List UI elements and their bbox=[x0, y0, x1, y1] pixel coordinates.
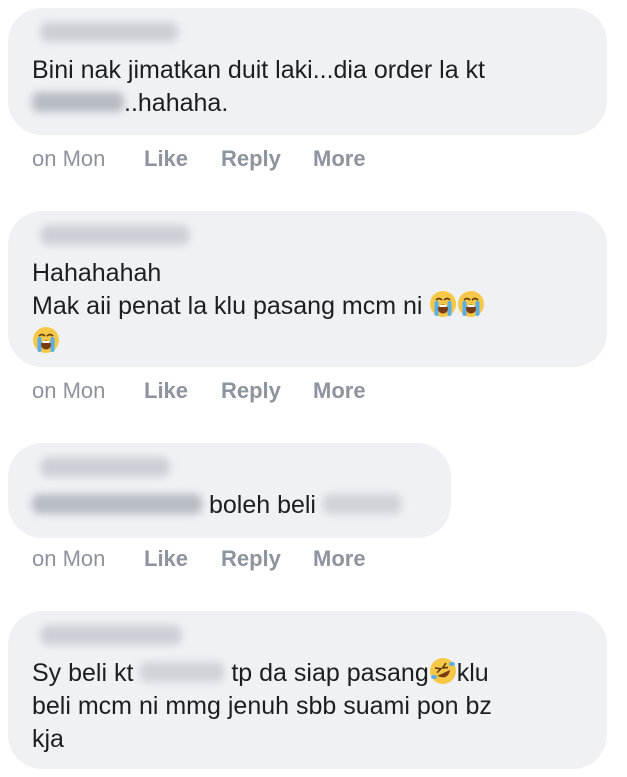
comment-text-line: Hahahahah bbox=[32, 259, 162, 287]
comment-text-fragment: ..hahaha. bbox=[124, 89, 229, 117]
more-link[interactable]: More bbox=[313, 376, 366, 406]
reply-link[interactable]: Reply bbox=[221, 144, 281, 174]
comment-text-fragment: klu bbox=[456, 659, 489, 687]
comment-text-fragment: tp da siap pasang bbox=[231, 659, 429, 687]
comment-text-line: beli mcm ni mmg jenuh sbb suami pon bz bbox=[32, 692, 492, 720]
comment-text-line: kja bbox=[32, 725, 64, 753]
reply-link[interactable]: Reply bbox=[221, 376, 281, 406]
comment-text-fragment: boleh beli bbox=[208, 491, 316, 519]
timestamp: on Mon bbox=[32, 546, 106, 571]
loudly-crying-face-icon bbox=[32, 326, 60, 354]
commenter-name-blurred[interactable] bbox=[40, 22, 178, 42]
comment-text-fragment: Sy beli kt bbox=[32, 659, 134, 687]
commenter-name-blurred[interactable] bbox=[40, 457, 170, 477]
commenter-name-blurred[interactable] bbox=[40, 225, 190, 245]
more-link[interactable]: More bbox=[313, 544, 366, 574]
reply-link[interactable]: Reply bbox=[221, 544, 281, 574]
commenter-name-blurred[interactable] bbox=[40, 625, 182, 645]
timestamp: on Mon bbox=[32, 146, 106, 171]
redacted-text bbox=[32, 494, 202, 515]
like-link[interactable]: Like bbox=[144, 144, 188, 174]
timestamp: on Mon bbox=[32, 378, 106, 403]
comment-text-line: Mak aii penat la klu pasang mcm ni bbox=[32, 292, 423, 320]
comment-text: boleh beli bbox=[32, 489, 431, 522]
redacted-text bbox=[322, 494, 401, 515]
rolling-on-floor-laughing-icon bbox=[429, 657, 457, 685]
comment-text: Hahahahah Mak aii penat la klu pasang mc… bbox=[32, 257, 587, 356]
comment-bubble-2: Hahahahah Mak aii penat la klu pasang mc… bbox=[8, 211, 607, 367]
comment-bubble-1: Bini nak jimatkan duit laki...dia order … bbox=[8, 8, 607, 135]
comment-text: Bini nak jimatkan duit laki...dia order … bbox=[32, 54, 587, 120]
comment-bubble-4: Sy beli kt tp da siap pasang klu beli mcm… bbox=[8, 611, 607, 769]
more-link[interactable]: More bbox=[313, 144, 366, 174]
loudly-crying-face-icon bbox=[457, 290, 485, 318]
like-link[interactable]: Like bbox=[144, 544, 188, 574]
comment-text: Sy beli kt tp da siap pasang klu beli mcm… bbox=[32, 657, 587, 756]
redacted-text bbox=[32, 92, 124, 113]
like-link[interactable]: Like bbox=[144, 376, 188, 406]
comment-text-line: Bini nak jimatkan duit laki...dia order … bbox=[32, 56, 485, 84]
redacted-text bbox=[140, 662, 225, 683]
loudly-crying-face-icon bbox=[429, 290, 457, 318]
comment-bubble-3: boleh beli bbox=[8, 443, 451, 538]
